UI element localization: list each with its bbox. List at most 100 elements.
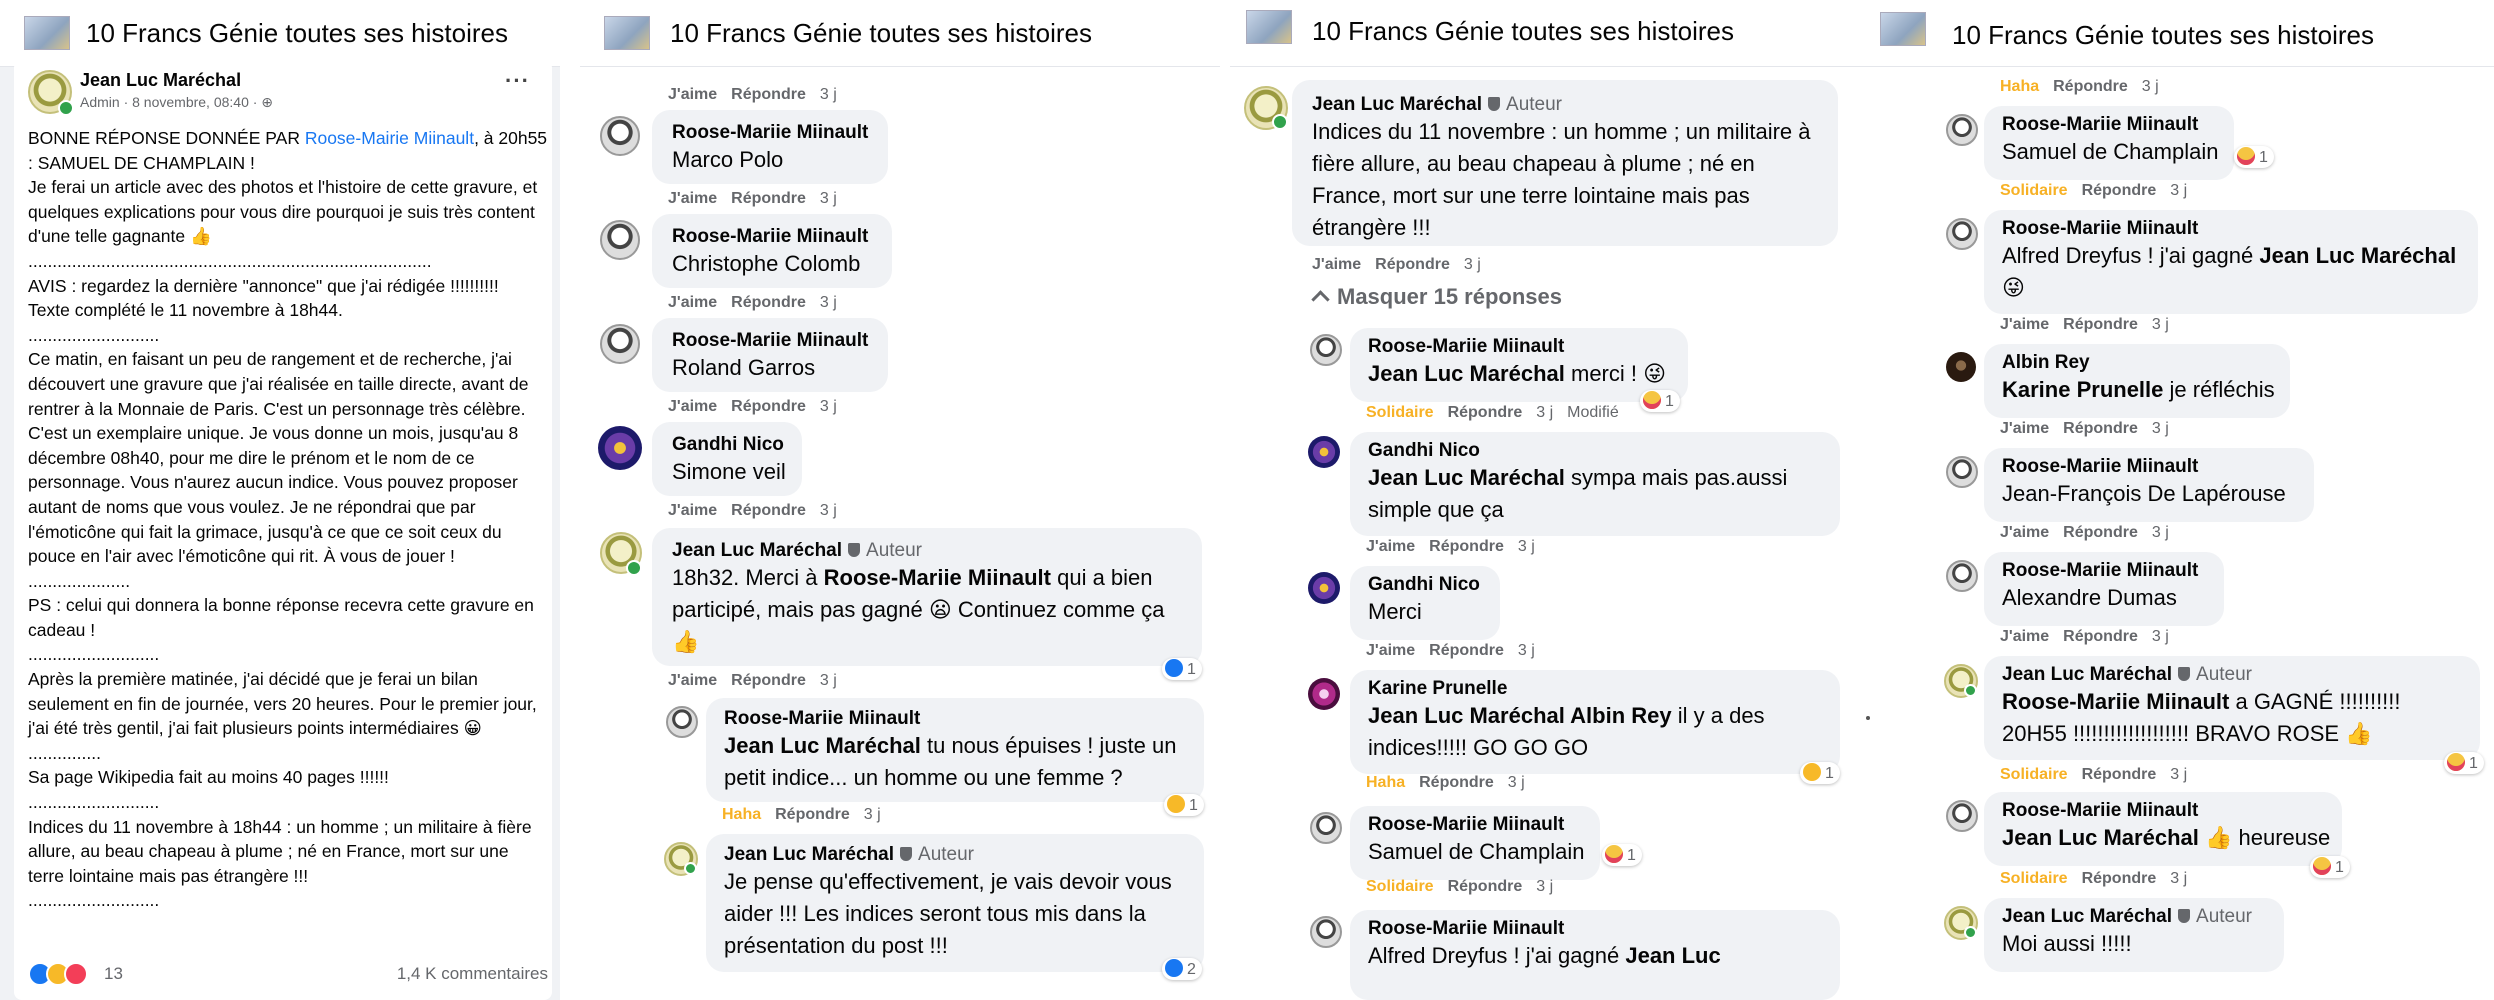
reply-link[interactable]: Répondre bbox=[731, 190, 806, 207]
comment-author[interactable]: Roose-Mariie Miinault bbox=[672, 226, 868, 248]
reply-link[interactable]: Répondre bbox=[731, 294, 806, 311]
reply-link[interactable]: Répondre bbox=[1429, 538, 1504, 555]
avatar[interactable] bbox=[600, 324, 640, 364]
reply-link[interactable]: Répondre bbox=[1419, 774, 1494, 791]
reply-link[interactable]: Répondre bbox=[2063, 524, 2138, 541]
like-link[interactable]: J'aime bbox=[668, 398, 717, 415]
reaction-chip[interactable]: 1 bbox=[2310, 856, 2350, 878]
reply-link[interactable]: Répondre bbox=[2053, 78, 2128, 95]
like-link[interactable]: J'aime bbox=[1312, 256, 1361, 273]
reply-link[interactable]: Répondre bbox=[2082, 182, 2157, 199]
avatar[interactable] bbox=[598, 426, 642, 470]
like-link[interactable]: J'aime bbox=[668, 294, 717, 311]
avatar[interactable] bbox=[1308, 572, 1340, 604]
reaction-chip[interactable]: 1 bbox=[2444, 752, 2484, 774]
avatar[interactable] bbox=[1946, 800, 1978, 832]
reply-link[interactable]: Répondre bbox=[2082, 870, 2157, 887]
haha-link[interactable]: Haha bbox=[2000, 78, 2039, 95]
love-reaction-icon[interactable] bbox=[64, 962, 88, 986]
user-mention[interactable]: Jean Luc Maréchal bbox=[2259, 243, 2456, 268]
group-thumbnail[interactable] bbox=[24, 16, 70, 50]
comment-author[interactable]: Roose-Mariie Miinault bbox=[1368, 336, 1564, 358]
reply-link[interactable]: Répondre bbox=[731, 502, 806, 519]
reaction-chip[interactable]: 1 bbox=[1164, 794, 1204, 816]
reaction-chip[interactable]: 1 bbox=[2234, 146, 2274, 168]
avatar[interactable] bbox=[1946, 218, 1978, 250]
like-link[interactable]: J'aime bbox=[668, 672, 717, 689]
reply-link[interactable]: Répondre bbox=[1375, 256, 1450, 273]
more-options-icon[interactable]: ··· bbox=[505, 68, 530, 94]
like-link[interactable]: J'aime bbox=[2000, 628, 2049, 645]
solidaire-link[interactable]: Solidaire bbox=[2000, 870, 2068, 887]
reply-link[interactable]: Répondre bbox=[775, 806, 850, 823]
reply-link[interactable]: Répondre bbox=[2063, 628, 2138, 645]
avatar[interactable] bbox=[1310, 812, 1342, 844]
user-mention[interactable]: Jean Luc Maréchal bbox=[2002, 825, 2199, 850]
user-mention[interactable]: Jean Luc Maréchal bbox=[1368, 465, 1565, 490]
haha-link[interactable]: Haha bbox=[1366, 774, 1405, 791]
user-mention[interactable]: Roose-Mariie Miinault bbox=[824, 565, 1051, 590]
comment-author-name[interactable]: Jean Luc Maréchal bbox=[1312, 94, 1482, 115]
avatar[interactable] bbox=[1946, 456, 1978, 488]
comment-author[interactable]: Gandhi Nico bbox=[672, 434, 784, 456]
comment-author[interactable]: Gandhi Nico bbox=[1368, 574, 1480, 596]
avatar[interactable] bbox=[600, 220, 640, 260]
comment-author[interactable]: Gandhi Nico bbox=[1368, 440, 1480, 462]
solidaire-link[interactable]: Solidaire bbox=[1366, 878, 1434, 895]
comment-author[interactable]: Roose-Mariie Miinault bbox=[724, 708, 920, 730]
like-link[interactable]: J'aime bbox=[2000, 316, 2049, 333]
comment-author[interactable]: Roose-Mariie Miinault bbox=[1368, 918, 1564, 940]
reaction-chip[interactable]: 1 bbox=[1640, 390, 1680, 412]
avatar[interactable] bbox=[1946, 560, 1978, 592]
group-title[interactable]: 10 Francs Génie toutes ses histoires bbox=[86, 18, 508, 49]
reply-link[interactable]: Répondre bbox=[2082, 766, 2157, 783]
comment-author[interactable]: Roose-Mariie Miinault bbox=[2002, 114, 2198, 136]
reaction-chip[interactable]: 1 bbox=[1800, 762, 1840, 784]
like-link[interactable]: J'aime bbox=[1366, 538, 1415, 555]
avatar[interactable] bbox=[1310, 334, 1342, 366]
user-mention[interactable]: Jean Luc Maréchal Albin Rey bbox=[1368, 703, 1672, 728]
reply-link[interactable]: Répondre bbox=[1448, 404, 1523, 421]
comment-author[interactable]: Roose-Mariie Miinault bbox=[672, 122, 868, 144]
reaction-chip[interactable]: 2 bbox=[1162, 958, 1202, 980]
avatar[interactable] bbox=[1946, 114, 1978, 146]
reaction-chip[interactable]: 1 bbox=[1602, 844, 1642, 866]
user-mention[interactable]: Jean Luc bbox=[1625, 943, 1720, 968]
like-link[interactable]: J'aime bbox=[2000, 524, 2049, 541]
comment-author[interactable]: Roose-Mariie Miinault bbox=[1368, 814, 1564, 836]
user-mention[interactable]: Jean Luc Maréchal bbox=[724, 733, 921, 758]
avatar[interactable] bbox=[600, 116, 640, 156]
comment-author[interactable]: Karine Prunelle bbox=[1368, 678, 1507, 700]
like-link[interactable]: J'aime bbox=[2000, 420, 2049, 437]
reply-link[interactable]: Répondre bbox=[2063, 316, 2138, 333]
reaction-count[interactable]: 13 bbox=[104, 964, 123, 984]
like-link[interactable]: J'aime bbox=[668, 86, 717, 103]
comment-author[interactable]: Albin Rey bbox=[2002, 352, 2090, 374]
reply-link[interactable]: Répondre bbox=[731, 86, 806, 103]
group-thumbnail[interactable] bbox=[1246, 10, 1292, 44]
group-thumbnail[interactable] bbox=[604, 16, 650, 50]
comment-author[interactable]: Roose-Mariie Miinault bbox=[672, 330, 868, 352]
comment-author[interactable]: Roose-Mariie Miinault bbox=[2002, 218, 2198, 240]
reply-link[interactable]: Répondre bbox=[1448, 878, 1523, 895]
comment-author-name[interactable]: Jean Luc Maréchal bbox=[672, 540, 842, 561]
group-title[interactable]: 10 Francs Génie toutes ses histoires bbox=[1952, 20, 2374, 51]
post-author[interactable]: Jean Luc Maréchal bbox=[80, 70, 241, 91]
avatar[interactable] bbox=[1308, 436, 1340, 468]
comment-author[interactable]: Roose-Mariie Miinault bbox=[2002, 800, 2198, 822]
group-title[interactable]: 10 Francs Génie toutes ses histoires bbox=[670, 18, 1092, 49]
user-mention[interactable]: Roose-Mariie Miinault bbox=[2002, 689, 2229, 714]
group-title[interactable]: 10 Francs Génie toutes ses histoires bbox=[1312, 16, 1734, 47]
reply-link[interactable]: Répondre bbox=[731, 398, 806, 415]
comment-author-name[interactable]: Jean Luc Maréchal bbox=[2002, 906, 2172, 927]
user-mention[interactable]: Jean Luc Maréchal bbox=[1368, 361, 1565, 386]
solidaire-link[interactable]: Solidaire bbox=[2000, 182, 2068, 199]
comment-author[interactable]: Roose-Mariie Miinault bbox=[2002, 560, 2198, 582]
user-mention[interactable]: Karine Prunelle bbox=[2002, 377, 2163, 402]
solidaire-link[interactable]: Solidaire bbox=[2000, 766, 2068, 783]
like-link[interactable]: J'aime bbox=[1366, 642, 1415, 659]
comment-author-name[interactable]: Jean Luc Maréchal bbox=[724, 844, 894, 865]
reaction-chip[interactable]: 1 bbox=[1162, 658, 1202, 680]
haha-link[interactable]: Haha bbox=[722, 806, 761, 823]
avatar[interactable] bbox=[1310, 916, 1342, 948]
